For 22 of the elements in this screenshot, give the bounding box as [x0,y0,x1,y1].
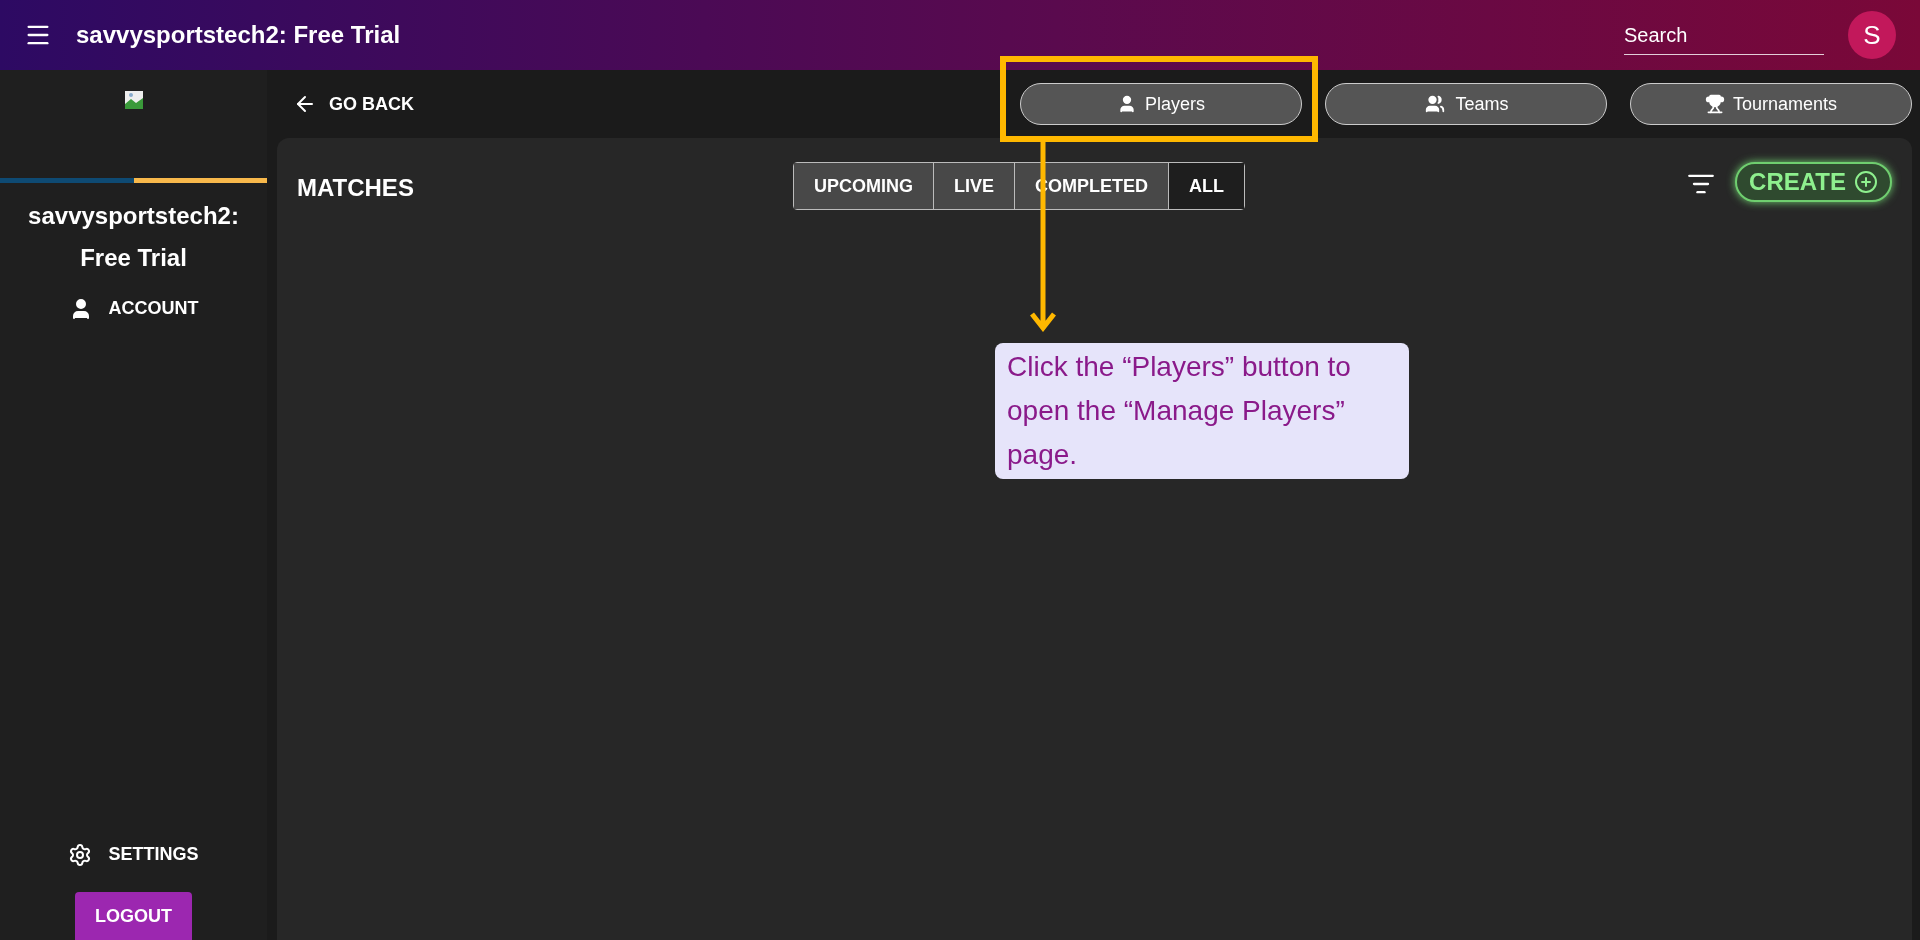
settings-link[interactable]: SETTINGS [68,841,199,868]
nav-button[interactable]: Tournaments [1630,83,1912,125]
nav-button[interactable]: Teams [1325,83,1607,125]
account-link[interactable]: ACCOUNT [68,295,199,322]
go-back-link[interactable]: GO BACK [293,90,414,118]
person-icon [1117,94,1137,114]
filter-tab[interactable]: ALL [1168,163,1245,209]
section-title: MATCHES [297,173,415,203]
add-icon [1854,170,1878,194]
avatar[interactable]: S [1848,11,1896,59]
create-button[interactable]: CREATE [1735,162,1892,202]
settings-icon [68,842,93,867]
filter-tab[interactable]: LIVE [933,163,1014,209]
trophy-icon [1704,94,1725,114]
broken-image-icon [123,90,144,110]
annotation-text: Click the “Players” button to open the “Manage Players” page. [995,343,1409,479]
logout-button[interactable]: LOGOUT [75,892,192,940]
app-title: savvysportstech2: Free Trial [76,20,401,50]
nav-button[interactable]: Players [1020,83,1302,125]
sidebar-title: savvysportstech2: Free Trial [27,201,240,273]
filter-tab[interactable]: UPCOMING [794,163,933,209]
search-field[interactable]: Search [1624,15,1824,55]
